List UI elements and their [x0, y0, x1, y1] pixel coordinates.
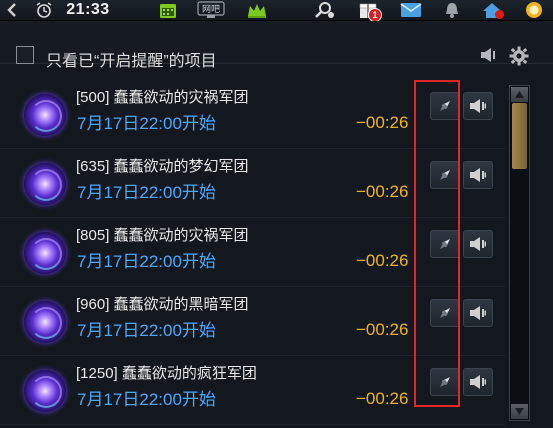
remind-button[interactable] — [463, 299, 493, 327]
event-countdown: −00:26 — [356, 320, 409, 339]
filter-row: 只看已“开启提醒”的项目 — [0, 21, 553, 70]
home-alert-dot — [495, 10, 504, 19]
event-title: [960] 蠢蠢欲动的黑暗军团 — [76, 296, 249, 313]
event-countdown: −00:26 — [356, 182, 409, 201]
settings-gear-icon[interactable] — [509, 46, 529, 71]
event-orb-icon — [24, 370, 66, 412]
event-title: [1250] 蠢蠢欲动的疯狂军团 — [76, 365, 257, 382]
crown-icon[interactable] — [244, 0, 270, 20]
horn-icon — [470, 306, 486, 320]
status-bar: 21:33 网吧 1 — [0, 0, 553, 22]
event-start-time: 7月17日22:00开始 — [77, 321, 216, 340]
remind-button[interactable] — [463, 161, 493, 189]
event-orb-icon — [24, 232, 66, 274]
scroll-up-button[interactable] — [511, 87, 528, 102]
scroll-thumb[interactable] — [512, 103, 527, 169]
navigate-button[interactable] — [430, 161, 460, 189]
clock-time: 21:33 — [66, 1, 110, 18]
list-item[interactable]: [500] 蠢蠢欲动的灾祸军团 7月17日22:00开始 −00:26 — [0, 80, 505, 149]
search-gear-icon[interactable] — [312, 0, 338, 20]
horn-icon — [470, 99, 486, 113]
event-start-time: 7月17日22:00开始 — [77, 114, 216, 133]
netbar-label: 网吧 — [202, 4, 221, 14]
alarm-icon[interactable] — [34, 0, 54, 20]
event-start-time: 7月17日22:00开始 — [77, 390, 216, 409]
scrollbar[interactable] — [509, 85, 530, 421]
list-item[interactable]: [635] 蠢蠢欲动的梦幻军团 7月17日22:00开始 −00:26 — [0, 149, 505, 218]
event-orb-icon — [24, 94, 66, 136]
home-icon[interactable] — [478, 0, 506, 20]
navigate-button[interactable] — [430, 230, 460, 258]
arrow-down-icon — [515, 408, 524, 415]
compass-icon — [440, 308, 450, 318]
event-countdown: −00:26 — [356, 251, 409, 270]
scroll-down-button[interactable] — [511, 404, 528, 419]
event-start-time: 7月17日22:00开始 — [77, 252, 216, 271]
event-list: [500] 蠢蠢欲动的灾祸军团 7月17日22:00开始 −00:26 [635… — [0, 66, 505, 428]
event-countdown: −00:26 — [356, 113, 409, 132]
event-orb-icon — [24, 301, 66, 343]
event-orb-icon — [24, 163, 66, 205]
event-title: [500] 蠢蠢欲动的灾祸军团 — [76, 89, 249, 106]
event-countdown: −00:26 — [356, 389, 409, 408]
remind-button[interactable] — [463, 368, 493, 396]
compass-icon — [440, 239, 450, 249]
event-start-time: 7月17日22:00开始 — [77, 183, 216, 202]
calendar-icon[interactable] — [156, 0, 180, 20]
remind-button[interactable] — [463, 92, 493, 120]
list-item[interactable]: [1250] 蠢蠢欲动的疯狂军团 7月17日22:00开始 −00:26 — [0, 356, 505, 425]
event-title: [635] 蠢蠢欲动的梦幻军团 — [76, 158, 249, 175]
gift-icon[interactable]: 1 — [354, 0, 382, 22]
navigate-button[interactable] — [430, 92, 460, 120]
navigate-button[interactable] — [430, 299, 460, 327]
horn-icon — [470, 375, 486, 389]
compass-icon — [440, 170, 450, 180]
horn-icon — [470, 237, 486, 251]
reminded-only-checkbox[interactable] — [16, 46, 34, 64]
list-item[interactable]: [805] 蠢蠢欲动的灾祸军团 7月17日22:00开始 −00:26 — [0, 218, 505, 287]
netbar-icon[interactable]: 网吧 — [196, 0, 226, 20]
navigate-button[interactable] — [430, 368, 460, 396]
list-item[interactable]: [960] 蠢蠢欲动的黑暗军团 7月17日22:00开始 −00:26 — [0, 287, 505, 356]
compass-icon — [440, 101, 450, 111]
coin-icon[interactable] — [514, 0, 553, 20]
event-title: [805] 蠢蠢欲动的灾祸军团 — [76, 227, 249, 244]
mail-icon[interactable] — [397, 0, 425, 20]
notif-badge: 1 — [368, 8, 382, 22]
compass-icon — [440, 377, 450, 387]
back-icon[interactable] — [4, 0, 20, 20]
remind-button[interactable] — [463, 230, 493, 258]
arrow-up-icon — [515, 91, 524, 98]
horn-icon — [470, 168, 486, 182]
bell-icon[interactable] — [440, 0, 464, 20]
